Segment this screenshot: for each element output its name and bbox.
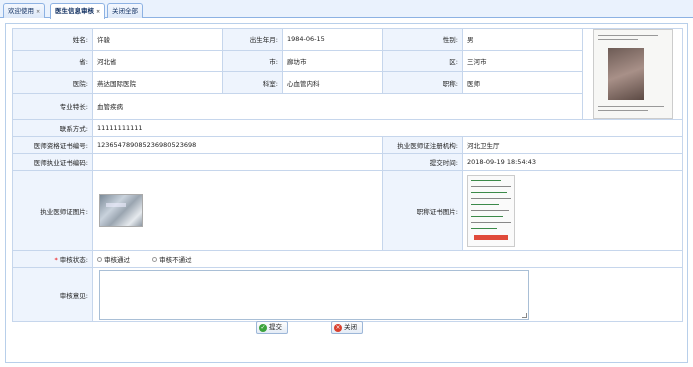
submit-time-value: 2018-09-19 18:54:43: [462, 153, 683, 171]
submit-button-label: 提交: [269, 323, 282, 331]
review-status-cell: 审核通过 审核不通过: [92, 250, 683, 268]
review-pass-radio[interactable]: 审核通过: [97, 254, 130, 264]
tab-doctor-review-label: 医生信息审核: [55, 7, 94, 15]
birth-label: 出生年月:: [222, 28, 283, 51]
doctor-photo-thumbnail[interactable]: [592, 29, 673, 119]
district-value: 三河市: [462, 49, 583, 73]
resize-grip-icon[interactable]: [522, 312, 527, 318]
review-opinion-label: 审核意见:: [12, 267, 93, 322]
gender-value: 男: [462, 28, 583, 51]
close-button[interactable]: × 关闭: [331, 321, 363, 334]
hospital-label: 医院:: [12, 71, 93, 94]
practice-cert-thumbnail[interactable]: [99, 194, 143, 227]
title-value: 医师: [462, 71, 583, 94]
review-status-label: * 审核状态:: [12, 250, 93, 268]
title-cert-thumbnail[interactable]: [467, 174, 515, 247]
review-status-label-text: 审核状态:: [59, 256, 88, 264]
birth-value: 1984-06-15: [282, 28, 383, 51]
name-label: 姓名:: [12, 28, 93, 51]
tab-close-all[interactable]: 关闭全部: [107, 3, 143, 18]
title-label: 职称:: [382, 71, 463, 94]
submit-time-label: 提交时间:: [382, 153, 463, 171]
city-value: 廊坊市: [282, 49, 383, 73]
reg-org-label: 执业医师证注册机构:: [382, 136, 463, 154]
phone-value: 11111111111: [92, 119, 683, 137]
practice-cert-label: 医师执业证书编码:: [12, 153, 93, 171]
qual-cert-label: 医师资格证书编号:: [12, 136, 93, 154]
name-value: 许骏: [92, 28, 223, 51]
review-panel: 姓名: 许骏 出生年月: 1984-06-15 性别: 男 省: 河北省 市: …: [5, 23, 688, 363]
review-fail-radio[interactable]: 审核不通过: [152, 254, 192, 264]
province-label: 省:: [12, 49, 93, 73]
practice-cert-value: [92, 153, 383, 171]
tab-welcome-close-icon[interactable]: ×: [36, 9, 40, 15]
tab-doctor-review-close-icon[interactable]: ×: [96, 9, 100, 15]
action-buttons: ✓ 提交 × 关闭: [256, 321, 376, 335]
gender-label: 性别:: [382, 28, 463, 51]
reg-org-value: 河北卫生厅: [462, 136, 683, 154]
title-img-label: 职称证书图片:: [382, 170, 463, 251]
submit-button[interactable]: ✓ 提交: [256, 321, 288, 334]
close-button-label: 关闭: [344, 323, 357, 331]
check-circle-icon: ✓: [259, 323, 267, 332]
dept-value: 心血管内科: [282, 71, 383, 94]
hospital-value: 燕达国际医院: [92, 71, 223, 94]
tab-bar: 欢迎使用 × 医生信息审核 × 关闭全部: [0, 0, 693, 19]
qual-cert-value: 123654789085236980523698: [92, 136, 383, 154]
radio-circle-icon: [152, 256, 158, 262]
tab-welcome[interactable]: 欢迎使用 ×: [3, 3, 46, 18]
required-mark: *: [54, 256, 58, 264]
dept-label: 科室:: [222, 71, 283, 94]
city-label: 市:: [222, 49, 283, 73]
radio-circle-icon: [97, 256, 102, 262]
review-pass-label: 审核通过: [104, 256, 130, 264]
review-opinion-textarea[interactable]: [99, 269, 529, 320]
phone-label: 联系方式:: [12, 119, 93, 137]
district-label: 区:: [382, 49, 463, 73]
tab-close-all-label: 关闭全部: [112, 7, 138, 15]
close-circle-icon: ×: [334, 323, 342, 332]
specialty-label: 专业特长:: [12, 92, 93, 121]
specialty-value: 血管疾病: [92, 92, 583, 121]
review-opinion-cell: [92, 267, 683, 322]
province-value: 河北省: [92, 49, 223, 73]
title-img-cell: [462, 170, 683, 251]
doctor-photo-cell: [582, 28, 683, 120]
tab-welcome-label: 欢迎使用: [8, 7, 34, 15]
practice-img-cell: [92, 170, 383, 251]
tab-doctor-review[interactable]: 医生信息审核 ×: [50, 3, 106, 19]
practice-img-label: 执业医师证图片:: [12, 170, 93, 251]
doctor-info-form: 姓名: 许骏 出生年月: 1984-06-15 性别: 男 省: 河北省 市: …: [12, 28, 683, 322]
review-fail-label: 审核不通过: [159, 256, 192, 264]
